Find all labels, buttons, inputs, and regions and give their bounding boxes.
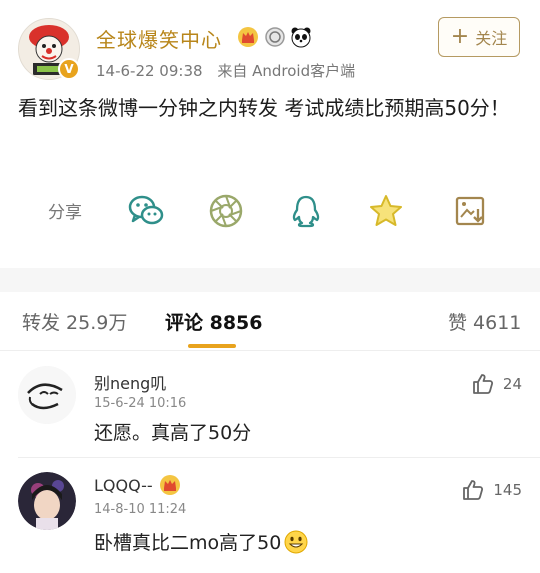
commenter-name-row: LQQQ-- — [94, 474, 181, 496]
medal-badge-icon — [265, 27, 285, 47]
comment-item: 别neng叽 15-6-24 10:16 还愿。真高了50分 24 — [0, 352, 540, 457]
comment-text: 卧槽真比二mo高了50 — [94, 532, 282, 554]
qzone-star-icon[interactable] — [366, 191, 406, 231]
comment-like-button[interactable]: 24 — [471, 372, 522, 396]
photo-avatar-image — [18, 472, 76, 530]
commenter-name[interactable]: LQQQ-- — [94, 476, 153, 495]
interaction-tabs: 转发 25.9万 评论 8856 赞 4611 — [0, 292, 540, 351]
active-tab-indicator — [188, 344, 236, 348]
tab-likes[interactable]: 赞 4611 — [448, 308, 521, 335]
comment-like-count: 145 — [493, 481, 522, 499]
panda-badge-icon — [291, 27, 311, 48]
plus-icon: + — [450, 24, 470, 49]
tab-comments[interactable]: 评论 8856 — [165, 308, 263, 335]
wechat-icon[interactable] — [126, 191, 166, 231]
save-image-icon[interactable] — [450, 191, 490, 231]
section-divider — [0, 268, 540, 292]
comment-like-count: 24 — [502, 375, 522, 393]
post-text: 看到这条微博一分钟之内转发 考试成绩比预期高50分！ — [18, 96, 510, 120]
tab-repost[interactable]: 转发 25.9万 — [22, 308, 127, 335]
comment-time: 14-8-10 11:24 — [94, 502, 187, 517]
follow-button[interactable]: + 关注 — [438, 17, 520, 57]
commenter-avatar[interactable] — [18, 366, 76, 424]
commenter-name[interactable]: 别neng叽 — [94, 370, 166, 394]
grin-emoji-icon — [284, 530, 308, 553]
share-row: 分享 — [0, 188, 540, 232]
sketch-face-avatar-image — [18, 366, 76, 424]
moments-icon[interactable] — [206, 191, 246, 231]
commenter-avatar[interactable] — [18, 472, 76, 530]
verified-badge: V — [58, 58, 80, 80]
qq-icon[interactable] — [286, 191, 326, 231]
post-meta: 14-6-22 09:38 来自 Android客户端 — [96, 60, 355, 81]
author-name[interactable]: 全球爆笑中心 — [96, 24, 222, 53]
crown-badge-icon — [159, 475, 180, 495]
comment-like-button[interactable]: 145 — [461, 478, 522, 502]
crown-badge-icon — [238, 27, 258, 47]
comment-item: LQQQ-- 14-8-10 11:24 卧槽真比二mo高了50 145 — [0, 458, 540, 568]
share-label: 分享 — [48, 203, 82, 223]
post-time: 14-6-22 09:38 — [96, 62, 203, 80]
comment-time: 15-6-24 10:16 — [94, 396, 187, 411]
thumbs-up-icon — [463, 480, 484, 500]
follow-label: 关注 — [475, 29, 508, 48]
post-source: 来自 Android客户端 — [217, 62, 356, 80]
comment-text: 还愿。真高了50分 — [94, 422, 252, 444]
thumbs-up-icon — [473, 374, 493, 394]
post-header: V 全球爆笑中心 14-6-22 09:38 来自 Android客户端 + 关… — [0, 0, 540, 90]
comment-text-row: 卧槽真比二mo高了50 — [94, 528, 309, 555]
